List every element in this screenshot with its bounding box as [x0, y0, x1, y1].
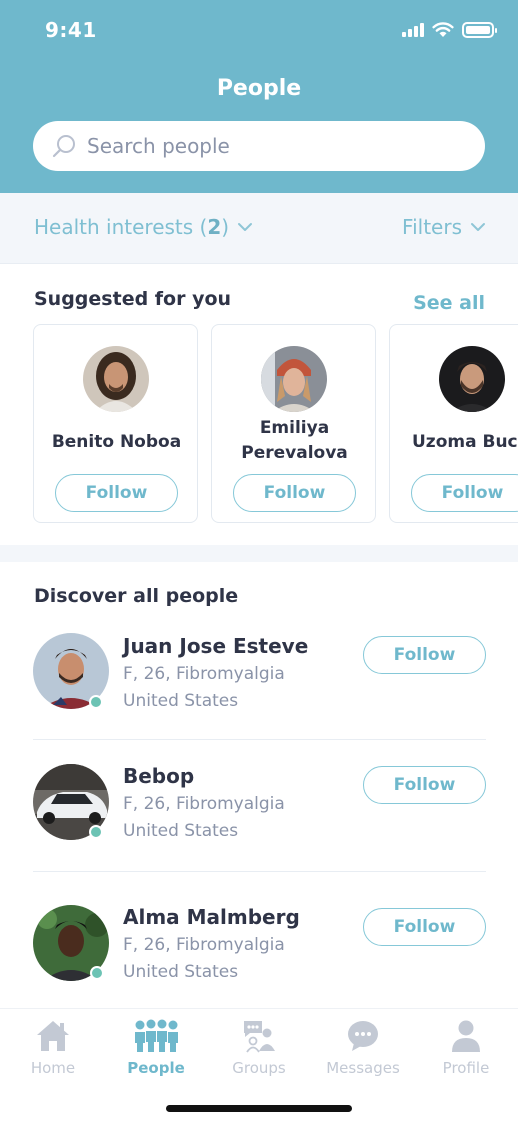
tab-label: People — [127, 1059, 185, 1077]
page-title: People — [216, 76, 302, 101]
tab-people[interactable]: People — [104, 1019, 208, 1089]
tab-label: Home — [30, 1059, 76, 1077]
divider — [33, 871, 486, 872]
header: 9:41 People — [0, 0, 518, 193]
tab-messages[interactable]: Messages — [311, 1019, 415, 1089]
person-details: F, 26, Fibromyalgia — [123, 935, 285, 955]
tab-profile[interactable]: Profile — [414, 1019, 518, 1089]
tab-groups[interactable]: Groups — [207, 1019, 311, 1089]
follow-button[interactable]: Follow — [411, 474, 518, 512]
avatar[interactable] — [83, 346, 149, 412]
section-separator — [0, 545, 518, 562]
tab-label: Profile — [442, 1059, 490, 1077]
suggested-name: Uzoma Buc — [412, 432, 518, 452]
tab-label: Messages — [326, 1059, 400, 1077]
battery-icon — [462, 22, 497, 38]
suggested-carousel[interactable]: Benito Noboa Follow Emiliya Perevalova F… — [33, 324, 518, 524]
groups-icon — [244, 1021, 275, 1053]
suggested-name-line2: Perevalova — [241, 443, 348, 463]
follow-button[interactable]: Follow — [363, 766, 486, 804]
health-interests-label: Health interests ( — [34, 215, 208, 239]
see-all-link[interactable]: See all — [413, 292, 485, 314]
filters-dropdown[interactable]: Filters — [402, 215, 486, 239]
person-name[interactable]: Bebop — [123, 764, 194, 788]
health-interests-count: 2 — [207, 215, 222, 239]
online-status-indicator — [89, 825, 103, 839]
home-indicator — [166, 1105, 352, 1112]
suggested-section: Suggested for you See all Benito Noboa F… — [0, 263, 518, 545]
suggested-title: Suggested for you — [34, 288, 232, 310]
home-icon — [37, 1021, 69, 1051]
chevron-down-icon — [471, 223, 485, 231]
search-icon — [52, 135, 75, 158]
signal-icon — [402, 23, 424, 37]
profile-icon — [452, 1020, 480, 1052]
suggested-card[interactable]: Benito Noboa Follow — [33, 324, 198, 523]
chevron-down-icon — [238, 223, 253, 231]
suggested-name-line1: Emiliya — [259, 418, 330, 438]
discover-section: Discover all people Juan Jose Esteve F, … — [0, 562, 518, 1008]
search-input[interactable] — [87, 134, 447, 158]
wifi-icon — [432, 22, 454, 37]
person-name[interactable]: Juan Jose Esteve — [123, 634, 308, 658]
person-location: United States — [123, 962, 239, 982]
follow-button[interactable]: Follow — [363, 636, 486, 674]
search-bar[interactable] — [33, 121, 485, 171]
people-icon — [135, 1019, 178, 1052]
tab-home[interactable]: Home — [1, 1019, 105, 1089]
list-item[interactable]: Alma Malmberg F, 26, Fibromyalgia United… — [0, 892, 518, 1022]
divider — [33, 739, 486, 740]
status-bar: 9:41 — [0, 0, 518, 60]
person-location: United States — [123, 691, 239, 711]
messages-icon — [348, 1021, 378, 1051]
avatar[interactable] — [439, 346, 505, 412]
follow-button[interactable]: Follow — [233, 474, 356, 512]
discover-title: Discover all people — [34, 585, 239, 607]
person-name[interactable]: Alma Malmberg — [123, 905, 300, 929]
list-item[interactable]: Bebop F, 26, Fibromyalgia United States … — [0, 752, 518, 882]
health-interests-close: ) — [221, 215, 230, 239]
status-icons — [402, 22, 497, 38]
filters-label: Filters — [402, 215, 462, 239]
filters-bar: Health interests (2) Filters — [0, 193, 518, 263]
health-interests-dropdown[interactable]: Health interests (2) — [34, 215, 253, 239]
suggested-card[interactable]: Emiliya Perevalova Follow — [211, 324, 376, 523]
avatar[interactable] — [261, 346, 327, 412]
person-details: F, 26, Fibromyalgia — [123, 794, 285, 814]
online-status-indicator — [90, 966, 104, 980]
tab-label: Groups — [232, 1059, 286, 1077]
suggested-name: Benito Noboa — [51, 432, 182, 452]
list-item[interactable]: Juan Jose Esteve F, 26, Fibromyalgia Uni… — [0, 622, 518, 752]
follow-button[interactable]: Follow — [363, 908, 486, 946]
online-status-indicator — [89, 695, 103, 709]
person-details: F, 26, Fibromyalgia — [123, 664, 285, 684]
person-location: United States — [123, 821, 239, 841]
follow-button[interactable]: Follow — [55, 474, 178, 512]
suggested-card[interactable]: Uzoma Buc Follow — [389, 324, 518, 523]
status-time: 9:41 — [45, 18, 97, 42]
